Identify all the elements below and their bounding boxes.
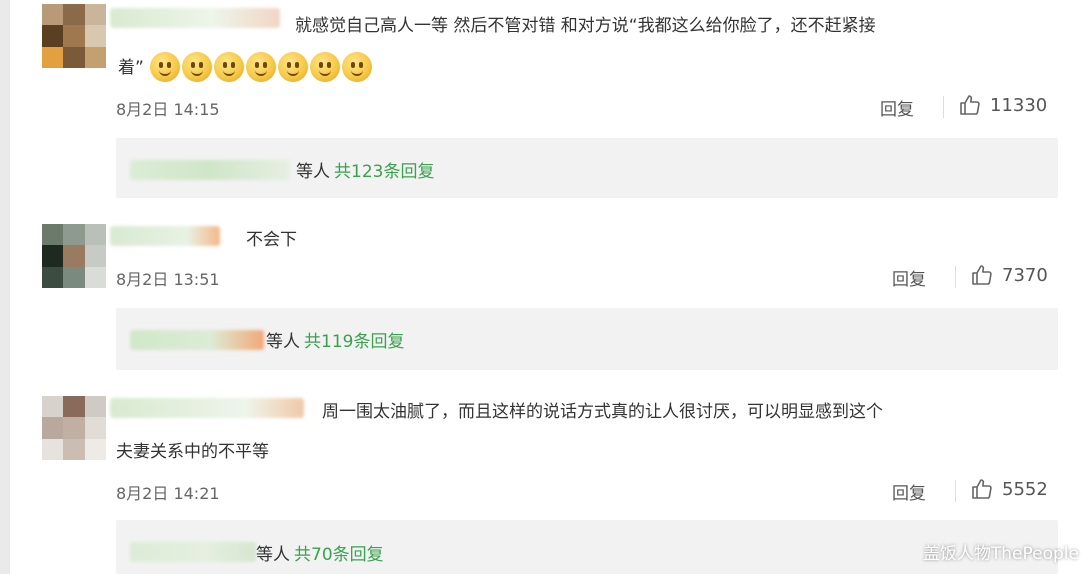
page-edge <box>0 0 10 574</box>
reply-button[interactable]: 回复 <box>892 479 926 504</box>
divider <box>943 96 944 118</box>
comment-time: 8月2日 13:51 <box>116 270 220 289</box>
username-blurred[interactable] <box>110 226 220 246</box>
emoji-icon <box>310 52 340 82</box>
comment-text: 就感觉自己高人一等 然后不管对错 和对方说“我都这么给你脸了，还不赶紧接 <box>295 16 876 36</box>
comment-text: 周一围太油腻了，而且这样的说话方式真的让人很讨厌，可以明显感到这个 <box>322 402 883 422</box>
comment-text-cont: 着” <box>118 58 144 78</box>
replies-link[interactable]: 等人 共70条回复 <box>256 540 384 565</box>
replies-count: 共123条回复 <box>334 162 435 182</box>
emoji-row <box>150 52 372 82</box>
comment-text-cont: 夫妻关系中的不平等 <box>116 442 269 462</box>
username-blurred[interactable] <box>110 398 304 418</box>
replier-names-blurred <box>130 160 290 180</box>
replies-prefix: 等人 <box>296 162 330 182</box>
replies-count: 共70条回复 <box>294 545 384 565</box>
emoji-icon <box>342 52 372 82</box>
avatar[interactable] <box>42 4 106 68</box>
replies-link[interactable]: 等人 共119条回复 <box>266 327 404 352</box>
comment-time: 8月2日 14:15 <box>116 100 220 119</box>
like-count: 11330 <box>990 94 1048 116</box>
divider <box>955 266 956 288</box>
reply-button[interactable]: 回复 <box>880 95 914 120</box>
replies-prefix: 等人 <box>266 332 300 352</box>
like-count: 7370 <box>1002 264 1048 286</box>
emoji-icon <box>150 52 180 82</box>
replier-names-blurred <box>130 542 256 562</box>
comment-text: 不会下 <box>246 230 297 250</box>
replies-count: 共119条回复 <box>304 332 405 352</box>
avatar[interactable] <box>42 396 106 460</box>
replier-names-blurred <box>130 330 264 350</box>
like-button[interactable]: 11330 <box>958 93 1047 117</box>
watermark: 盖饭人物ThePeople <box>922 544 1079 564</box>
reply-button[interactable]: 回复 <box>892 265 926 290</box>
divider <box>955 480 956 502</box>
replies-prefix: 等人 <box>256 545 290 565</box>
username-blurred[interactable] <box>110 8 280 28</box>
thumbs-up-icon <box>972 265 992 285</box>
avatar[interactable] <box>42 224 106 288</box>
comment-time: 8月2日 14:21 <box>116 484 220 503</box>
like-count: 5552 <box>1002 478 1048 500</box>
emoji-icon <box>246 52 276 82</box>
replies-link[interactable]: 等人 共123条回复 <box>296 157 434 182</box>
like-button[interactable]: 7370 <box>970 263 1048 287</box>
thumbs-up-icon <box>972 479 992 499</box>
like-button[interactable]: 5552 <box>970 477 1048 501</box>
emoji-icon <box>214 52 244 82</box>
thumbs-up-icon <box>960 95 980 115</box>
emoji-icon <box>278 52 308 82</box>
emoji-icon <box>182 52 212 82</box>
